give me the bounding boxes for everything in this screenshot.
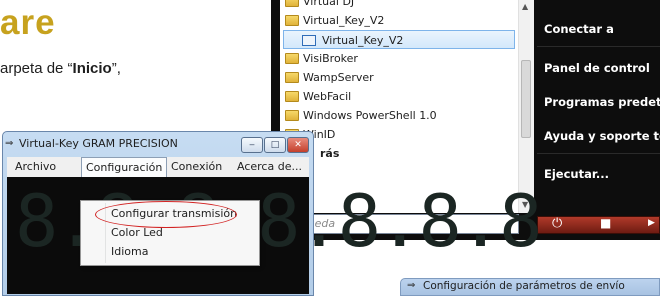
program-item[interactable]: WinID bbox=[283, 125, 515, 144]
app-icon: ⇒ bbox=[5, 138, 14, 149]
program-label: WampServer bbox=[303, 71, 374, 84]
program-item[interactable]: WampServer bbox=[283, 68, 515, 87]
dropdown-gutter bbox=[105, 203, 106, 263]
program-label: Virtual_Key_V2 bbox=[303, 14, 385, 27]
window-title: Virtual-Key GRAM PRECISION bbox=[19, 137, 178, 150]
folder-icon bbox=[285, 110, 299, 121]
page-title: are bbox=[0, 3, 56, 42]
lock-icon[interactable]: ■ bbox=[600, 216, 611, 230]
menu-item-color-led[interactable]: Color Led bbox=[111, 225, 163, 241]
folder-icon bbox=[285, 72, 299, 83]
maximize-button[interactable]: □ bbox=[264, 137, 286, 153]
program-label: Virtual DJ bbox=[303, 0, 355, 8]
menu-configuracion[interactable]: Configuración bbox=[81, 157, 168, 177]
menu-item-idioma[interactable]: Idioma bbox=[111, 244, 148, 260]
folder-icon bbox=[285, 0, 299, 7]
program-item[interactable]: Windows PowerShell 1.0 bbox=[283, 106, 515, 125]
close-button[interactable]: ✕ bbox=[287, 137, 309, 153]
menu-item-conectar[interactable]: Conectar a bbox=[544, 18, 614, 40]
program-item[interactable]: VisiBroker bbox=[283, 49, 515, 68]
instruction-text-bold: Inicio bbox=[72, 60, 112, 77]
program-item[interactable]: Virtual_Key_V2 bbox=[283, 11, 515, 30]
menu-item-ayuda[interactable]: Ayuda y soporte técni bbox=[544, 125, 660, 147]
instruction-text-prefix: arpeta de “ bbox=[0, 60, 73, 77]
configuracion-dropdown: Configurar transmisión Color Led Idioma bbox=[80, 200, 260, 266]
program-item[interactable]: WebFacil bbox=[283, 87, 515, 106]
config-window: ⇒ Configuración de parámetros de envío bbox=[400, 278, 660, 296]
folder-icon bbox=[285, 53, 299, 64]
arrow-right-icon[interactable]: ▶ bbox=[648, 218, 655, 228]
menu-item-configurar-transmision[interactable]: Configurar transmisión bbox=[111, 206, 237, 222]
menu-conexion[interactable]: Conexión bbox=[171, 157, 222, 177]
scrollbar-thumb[interactable] bbox=[521, 60, 531, 138]
window-title: Configuración de parámetros de envío bbox=[423, 280, 625, 292]
program-label: Windows PowerShell 1.0 bbox=[303, 109, 437, 122]
instruction-text-suffix: ”, bbox=[111, 60, 121, 77]
power-bar: ⏻ ■ ▶ bbox=[537, 216, 660, 234]
menu-item-programas[interactable]: Programas predeterm bbox=[544, 91, 660, 113]
menu-acerca-de[interactable]: Acerca de... bbox=[237, 157, 302, 177]
power-icon[interactable]: ⏻ bbox=[552, 216, 562, 231]
program-label: Virtual_Key_V2 bbox=[322, 34, 404, 47]
program-label: WebFacil bbox=[303, 90, 352, 103]
minimize-button[interactable]: ‒ bbox=[241, 137, 263, 153]
app-icon: ⇒ bbox=[407, 280, 416, 291]
menu-item-panel-control[interactable]: Panel de control bbox=[544, 57, 650, 79]
menu-item-ejecutar[interactable]: Ejecutar... bbox=[544, 163, 609, 185]
menu-bar: Archivo Configuración Conexión Acerca de… bbox=[7, 157, 309, 177]
folder-icon bbox=[285, 91, 299, 102]
instruction-text: arpeta de “Inicio”, bbox=[0, 60, 121, 77]
divider bbox=[537, 153, 660, 154]
divider bbox=[537, 46, 660, 47]
scroll-up-icon[interactable]: ▲ bbox=[522, 2, 528, 11]
back-label: rás bbox=[320, 147, 340, 160]
folder-icon bbox=[285, 15, 299, 26]
app-icon bbox=[302, 35, 316, 46]
program-item-selected[interactable]: Virtual_Key_V2 bbox=[283, 30, 515, 49]
program-label: VisiBroker bbox=[303, 52, 358, 65]
program-item[interactable]: Virtual DJ bbox=[283, 0, 515, 11]
menu-archivo[interactable]: Archivo bbox=[15, 157, 56, 177]
